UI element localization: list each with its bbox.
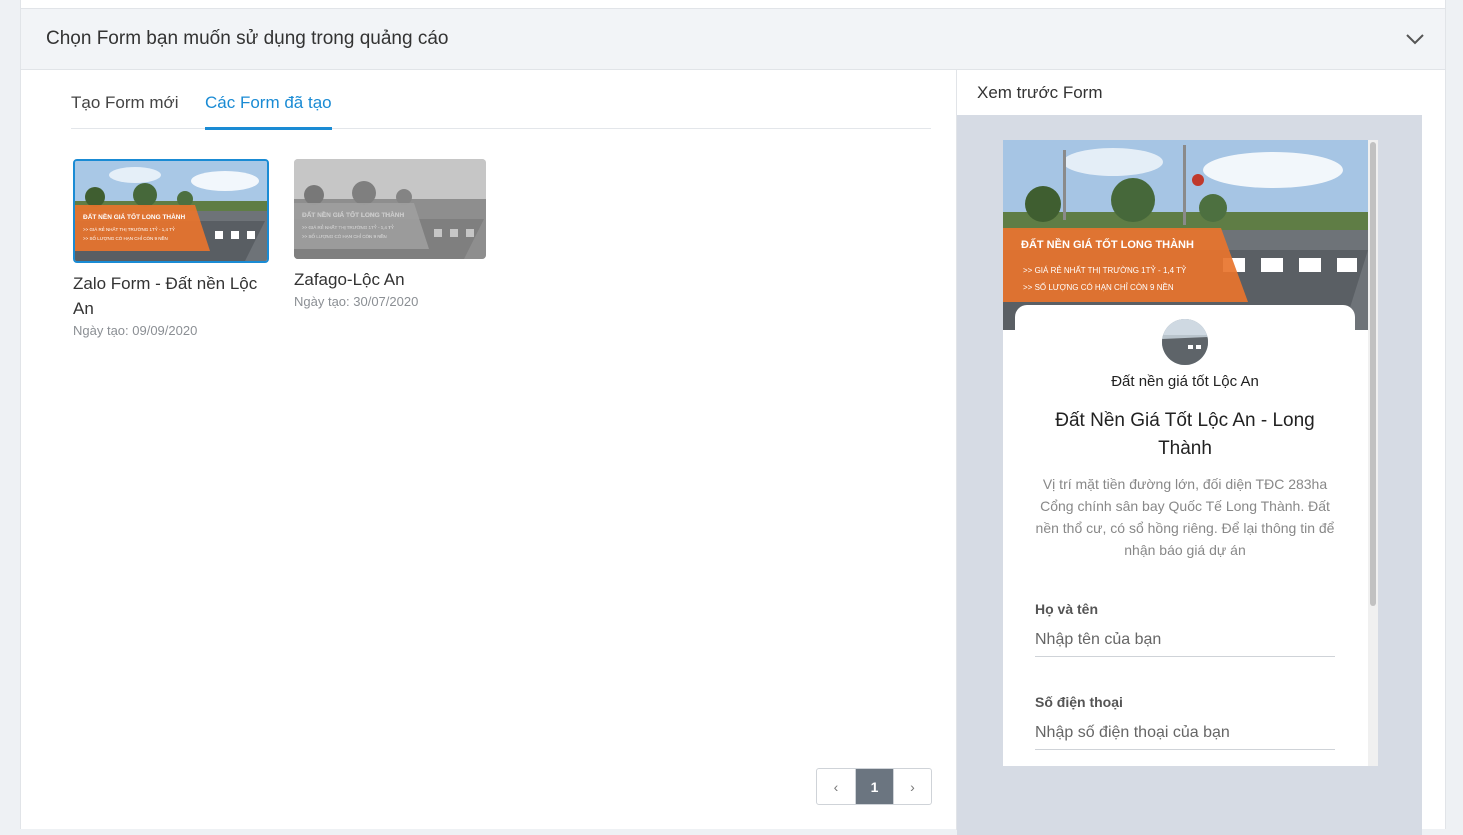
next-page-button[interactable]: › bbox=[893, 769, 931, 804]
page-number-1[interactable]: 1 bbox=[855, 769, 893, 804]
avatar bbox=[1162, 319, 1208, 365]
form-card-zalo[interactable]: ĐẤT NỀN GIÁ TỐT LONG THÀNH >> GIÁ RẺ NHẤ… bbox=[73, 159, 269, 338]
panel-title: Chọn Form bạn muốn sử dụng trong quảng c… bbox=[46, 28, 449, 49]
page-name: Đất nền giá tốt Lộc An bbox=[1111, 373, 1259, 390]
preview-title: Xem trước Form bbox=[977, 83, 1103, 102]
banner-line-2: >> SỐ LƯỢNG CÓ HẠN CHỈ CÒN 9 NỀN bbox=[83, 235, 168, 241]
prev-page-button[interactable]: ‹ bbox=[817, 769, 855, 804]
form-name: Zafago-Lộc An bbox=[294, 270, 405, 289]
form-created-date: Ngày tạo: 30/07/2020 bbox=[294, 294, 419, 309]
cover-line-2: >> SỐ LƯỢNG CÓ HẠN CHỈ CÒN 9 NỀN bbox=[1023, 282, 1174, 292]
cover-line-1: >> GIÁ RẺ NHẤT THỊ TRƯỜNG 1TỶ - 1,4 TỶ bbox=[1023, 265, 1187, 275]
form-card-zafago[interactable]: ĐẤT NỀN GIÁ TỐT LONG THÀNH >> GIÁ RẺ NHẤ… bbox=[294, 159, 490, 309]
full-name-label: Họ và tên bbox=[1035, 601, 1099, 617]
tab-bar: Tạo Form mới Các Form đã tạo bbox=[71, 92, 931, 130]
cover-image: ĐẤT NỀN GIÁ TỐT LONG THÀNH >> GIÁ RẺ NHẤ… bbox=[1003, 140, 1368, 330]
scrollbar-thumb[interactable] bbox=[1370, 142, 1376, 606]
pagination: ‹ 1 › bbox=[816, 768, 932, 805]
form-thumbnail: ĐẤT NỀN GIÁ TỐT LONG THÀNH >> GIÁ RẺ NHẤ… bbox=[73, 159, 269, 263]
banner-line-1: >> GIÁ RẺ NHẤT THỊ TRƯỜNG 1TỶ - 1,4 TỶ bbox=[83, 226, 175, 232]
phone-label: Số điện thoại bbox=[1035, 694, 1123, 710]
full-name-input[interactable] bbox=[1035, 623, 1335, 657]
chevron-down-icon[interactable] bbox=[1405, 29, 1425, 49]
form-headline: Đất Nền Giá Tốt Lộc An - Long Thành bbox=[1055, 410, 1315, 459]
form-name: Zalo Form - Đất nền Lộc An bbox=[73, 274, 258, 318]
lead-form-card: Đất nền giá tốt Lộc An Đất Nền Giá Tốt L… bbox=[1015, 305, 1355, 766]
tab-created-forms[interactable]: Các Form đã tạo bbox=[205, 92, 332, 130]
phone-input[interactable] bbox=[1035, 716, 1335, 750]
form-preview-section: Xem trước Form ĐẤT NỀN GIÁ TỐT LONG THÀN… bbox=[956, 70, 1447, 835]
phone-preview[interactable]: ĐẤT NỀN GIÁ TỐT LONG THÀNH >> GIÁ RẺ NHẤ… bbox=[1003, 140, 1378, 766]
form-selector-panel: Chọn Form bạn muốn sử dụng trong quảng c… bbox=[20, 9, 1447, 835]
tab-create-form[interactable]: Tạo Form mới bbox=[71, 92, 179, 129]
road-banner-image: ĐẤT NỀN GIÁ TỐT LONG THÀNH >> GIÁ RẺ NHẤ… bbox=[294, 159, 486, 259]
form-created-date: Ngày tạo: 09/09/2020 bbox=[73, 323, 198, 338]
banner-line-2: >> SỐ LƯỢNG CÓ HẠN CHỈ CÒN 9 NỀN bbox=[302, 233, 387, 239]
form-thumbnail: ĐẤT NỀN GIÁ TỐT LONG THÀNH >> GIÁ RẺ NHẤ… bbox=[294, 159, 486, 259]
panel-header[interactable]: Chọn Form bạn muốn sử dụng trong quảng c… bbox=[21, 9, 1445, 70]
cover-headline: ĐẤT NỀN GIÁ TỐT LONG THÀNH bbox=[1021, 237, 1194, 251]
banner-line-1: >> GIÁ RẺ NHẤT THỊ TRƯỜNG 1TỶ - 1,4 TỶ bbox=[302, 224, 394, 230]
form-description: Vị trí mặt tiền đường lớn, đối diện TĐC … bbox=[1035, 476, 1335, 558]
forms-list-section: Tạo Form mới Các Form đã tạo ĐẤT NỀN GIÁ… bbox=[21, 70, 956, 830]
preview-scrollbar[interactable] bbox=[1368, 140, 1378, 766]
top-strip bbox=[20, 0, 1446, 9]
preview-area: ĐẤT NỀN GIÁ TỐT LONG THÀNH >> GIÁ RẺ NHẤ… bbox=[957, 115, 1422, 835]
road-banner-image: ĐẤT NỀN GIÁ TỐT LONG THÀNH >> GIÁ RẺ NHẤ… bbox=[75, 161, 267, 261]
